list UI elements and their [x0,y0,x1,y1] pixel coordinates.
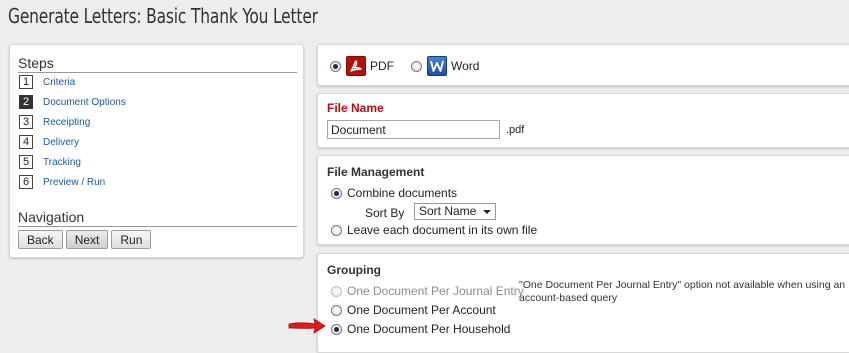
steps-panel: Steps 1 Criteria 2 Document Options 3 Re… [9,44,304,258]
sort-by-value: Sort Name [419,204,477,218]
step-delivery[interactable]: 4 Delivery [19,135,79,149]
page-title: Generate Letters: Basic Thank You Letter [8,4,318,28]
grouping-option-journal-entry: One Document Per Journal Entry [331,284,524,298]
step-number: 4 [19,135,33,149]
file-extension: .pdf [506,124,525,136]
step-receipting[interactable]: 3 Receipting [19,115,90,129]
word-radio[interactable] [411,60,422,72]
word-w-icon [430,60,444,72]
step-link-delivery[interactable]: Delivery [43,137,79,148]
step-number: 1 [19,75,33,89]
file-name-input[interactable] [327,120,500,139]
run-button[interactable]: Run [111,230,152,249]
journal-entry-label: One Document Per Journal Entry [347,284,524,298]
navigation-heading: Navigation [18,209,297,227]
step-number: 6 [19,175,33,189]
step-number: 3 [19,115,33,129]
file-name-panel: File Name .pdf [317,93,849,148]
step-link-tracking[interactable]: Tracking [43,157,81,168]
journal-entry-radio [331,285,342,297]
format-panel: PDF Word [317,44,849,86]
step-criteria[interactable]: 1 Criteria [19,75,75,89]
pdf-swirl-icon [350,60,362,72]
grouping-option-account[interactable]: One Document Per Account [331,303,496,317]
pdf-radio[interactable] [330,60,341,72]
file-name-title: File Name [327,101,384,115]
word-label: Word [451,59,480,73]
combine-documents-option[interactable]: Combine documents [331,186,457,200]
pdf-icon [346,56,366,76]
step-tracking[interactable]: 5 Tracking [19,155,81,169]
grouping-panel: Grouping One Document Per Journal Entry … [317,253,849,353]
step-number: 5 [19,155,33,169]
step-number: 2 [19,95,33,109]
next-button[interactable]: Next [65,230,109,249]
combine-documents-radio[interactable] [331,187,342,199]
account-label: One Document Per Account [347,303,496,317]
steps-heading: Steps [18,55,297,73]
step-link-preview-run[interactable]: Preview / Run [43,177,105,188]
step-link-criteria[interactable]: Criteria [43,77,75,88]
grouping-option-household[interactable]: One Document Per Household [331,322,510,336]
household-label: One Document Per Household [347,322,511,336]
separate-files-label: Leave each document in its own file [347,223,538,237]
file-management-panel: File Management Combine documents Sort B… [317,155,849,245]
grouping-note: "One Document Per Journal Entry" option … [519,279,846,304]
step-document-options[interactable]: 2 Document Options [19,95,126,109]
account-radio[interactable] [331,304,342,316]
navigation-buttons: Back Next Run [18,230,152,249]
word-icon [427,56,447,76]
pointer-arrow-icon [288,318,326,334]
sort-by-label: Sort By [365,206,405,220]
chevron-down-icon [483,210,491,214]
file-management-title: File Management [327,165,425,179]
step-link-receipting[interactable]: Receipting [43,117,90,128]
grouping-title: Grouping [327,263,381,277]
back-button[interactable]: Back [18,230,63,249]
household-radio[interactable] [331,323,342,335]
step-link-document-options[interactable]: Document Options [43,97,126,108]
format-option-word[interactable]: Word [411,56,479,76]
pdf-label: PDF [370,59,394,73]
step-preview-run[interactable]: 6 Preview / Run [19,175,105,189]
separate-files-option[interactable]: Leave each document in its own file [331,223,537,237]
separate-files-radio[interactable] [331,224,342,236]
sort-by-select[interactable]: Sort Name [414,203,496,220]
combine-documents-label: Combine documents [347,186,458,200]
format-option-pdf[interactable]: PDF [330,56,394,76]
